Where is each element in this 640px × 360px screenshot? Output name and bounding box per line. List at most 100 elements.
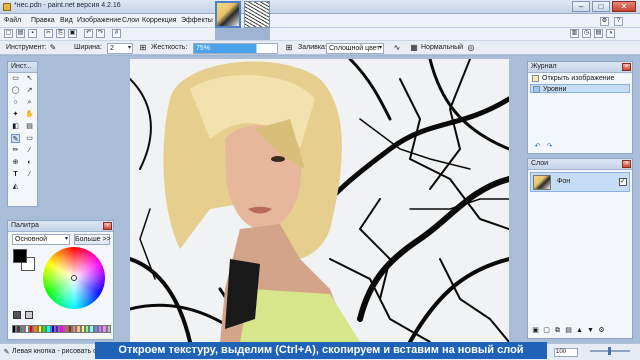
image-tab-texture[interactable] [244, 1, 270, 28]
history-window-icon[interactable]: ◷ [582, 29, 591, 38]
line-curve-icon[interactable]: ∕ [25, 170, 34, 179]
add-layer-icon[interactable]: ▣ [531, 326, 540, 335]
open-image-icon [532, 75, 539, 82]
layer-name: Фон [557, 178, 571, 185]
zoom-slider-thumb[interactable] [608, 347, 611, 355]
palette-swatch[interactable] [106, 325, 111, 333]
delete-layer-icon[interactable]: ▢ [542, 326, 551, 335]
maximize-button[interactable]: □ [592, 1, 610, 12]
layer-properties-icon[interactable]: ⚙ [597, 326, 606, 335]
width-label: Ширина: [74, 44, 102, 51]
text-tool-icon[interactable]: T [11, 170, 20, 179]
fill-mode-select[interactable]: Сплошной цвет ▾ [326, 43, 384, 54]
menu-layers[interactable]: Слои [122, 17, 139, 24]
settings-icon[interactable]: ⚙ [600, 17, 609, 26]
history-redo-icon[interactable]: ↷ [545, 142, 554, 151]
lasso-select-icon[interactable]: ◯ [11, 86, 20, 95]
open-icon[interactable]: ▤ [16, 29, 25, 38]
move-selected-icon[interactable]: ↖ [25, 74, 34, 83]
gradient-icon[interactable]: ▤ [25, 122, 34, 131]
palette-mode-select[interactable]: Основной ▾ [12, 234, 70, 245]
color-wheel-handle[interactable] [71, 275, 77, 281]
pencil-icon[interactable]: ✏ [11, 146, 20, 155]
menu-file[interactable]: Файл [4, 17, 21, 24]
brush-status-icon: ✎ [3, 349, 10, 356]
reset-colors-icon[interactable] [25, 311, 33, 319]
rectangle-select-icon[interactable]: ▭ [11, 74, 20, 83]
duplicate-layer-icon[interactable]: ⧉ [553, 326, 562, 335]
antialias-icon[interactable]: ⊞ [138, 43, 148, 53]
clone-stamp-icon[interactable]: ⊕ [11, 158, 20, 167]
colors-window-icon[interactable]: ◑ [606, 29, 615, 38]
move-layer-down-icon[interactable]: ▼ [586, 326, 595, 335]
shapes-icon[interactable]: ◭ [11, 182, 20, 191]
paint-bucket-icon[interactable]: ◧ [11, 122, 20, 131]
save-icon[interactable]: ▪ [28, 29, 37, 38]
tool-label: Инструмент: [6, 44, 47, 51]
layers-window-icon[interactable]: ▤ [594, 29, 603, 38]
window-title: *нес.pdn - paint.net версия 4.2.16 [14, 2, 121, 9]
move-layer-up-icon[interactable]: ▲ [575, 326, 584, 335]
new-icon[interactable]: ▢ [4, 29, 13, 38]
menu-edit[interactable]: Правка [31, 17, 55, 24]
cut-icon[interactable]: ✂ [44, 29, 53, 38]
magic-wand-icon[interactable]: ✦ [11, 110, 20, 119]
palette-panel-header: Палитра × [8, 221, 113, 232]
pan-icon[interactable]: ✋ [25, 110, 34, 119]
menu-image[interactable]: Изображение [77, 17, 121, 24]
video-subtitle: Откроем текстуру, выделим (Ctrl+A), скоп… [95, 342, 547, 359]
fill-options-icon[interactable]: ⊞ [284, 43, 294, 53]
image-canvas[interactable] [130, 59, 509, 342]
tools-panel: Инст... ▭ ↖ ◯ ↗ ○ ⌕ ✦ ✋ ◧ ▤ ✎ ▭ ✏ ⁄ ⊕ ◐ … [7, 61, 38, 207]
fill-label: Заливка: [298, 44, 327, 51]
paintnet-app-icon [3, 3, 11, 11]
layers-close-icon[interactable]: × [622, 160, 631, 168]
zoom-input[interactable]: 100 [554, 348, 578, 357]
zoom-slider[interactable] [590, 347, 630, 355]
menu-view[interactable]: Вид [60, 17, 73, 24]
palette-close-icon[interactable]: × [103, 222, 112, 230]
tool-window-icon[interactable]: ▥ [570, 29, 579, 38]
history-undo-icon[interactable]: ↶ [533, 142, 542, 151]
selection-clipping-icon[interactable]: ◎ [466, 43, 476, 53]
palette-swatches [12, 325, 111, 333]
title-bar: *нес.pdn - paint.net версия 4.2.16 – □ ✕ [0, 0, 640, 14]
menu-bar: Файл Правка Вид Изображение Слои Коррекц… [0, 14, 640, 28]
copy-icon[interactable]: ⎘ [56, 29, 65, 38]
image-tab-portrait[interactable] [215, 1, 241, 28]
brush-tool-icon[interactable]: ✎ [48, 43, 58, 53]
blend-mode-select[interactable]: Нормальный [421, 44, 463, 51]
hardness-slider[interactable]: 75% [193, 43, 278, 54]
layer-thumbnail [533, 175, 551, 190]
antialiasing-toggle-icon[interactable]: ∿ [392, 43, 402, 53]
history-close-icon[interactable]: × [622, 63, 631, 71]
color-picker-icon[interactable]: ⁄ [25, 146, 34, 155]
grid-icon[interactable]: # [112, 29, 121, 38]
blend-mode-icon[interactable]: ▦ [409, 43, 419, 53]
color-wheel[interactable] [43, 247, 105, 309]
redo-icon[interactable]: ↷ [96, 29, 105, 38]
move-selection-icon[interactable]: ↗ [25, 86, 34, 95]
ellipse-select-icon[interactable]: ○ [11, 98, 20, 107]
paste-icon[interactable]: ▣ [68, 29, 77, 38]
minimize-button[interactable]: – [572, 1, 590, 12]
palette-panel: Палитра × Основной ▾ Больше >> [7, 220, 114, 340]
swap-colors-icon[interactable] [13, 311, 21, 319]
paintbrush-icon[interactable]: ✎ [11, 134, 20, 143]
eraser-icon[interactable]: ▭ [25, 134, 34, 143]
history-item[interactable]: Открыть изображение [530, 74, 630, 83]
layer-row[interactable]: Фон ✓ [530, 172, 630, 192]
history-item-selected[interactable]: Уровни [530, 84, 630, 93]
help-icon[interactable]: ? [614, 17, 623, 26]
menu-effects[interactable]: Эффекты [181, 17, 213, 24]
primary-color-swatch[interactable] [13, 249, 27, 263]
zoom-icon[interactable]: ⌕ [25, 98, 34, 107]
merge-layer-icon[interactable]: ▤ [564, 326, 573, 335]
menu-adjustments[interactable]: Коррекция [142, 17, 176, 24]
recolor-icon[interactable]: ◐ [25, 158, 34, 167]
width-input[interactable]: 2 ▾ [107, 43, 133, 54]
more-colors-button[interactable]: Больше >> [74, 234, 111, 245]
undo-icon[interactable]: ↶ [84, 29, 93, 38]
layer-visibility-checkbox[interactable]: ✓ [619, 178, 627, 186]
close-window-button[interactable]: ✕ [612, 1, 636, 12]
